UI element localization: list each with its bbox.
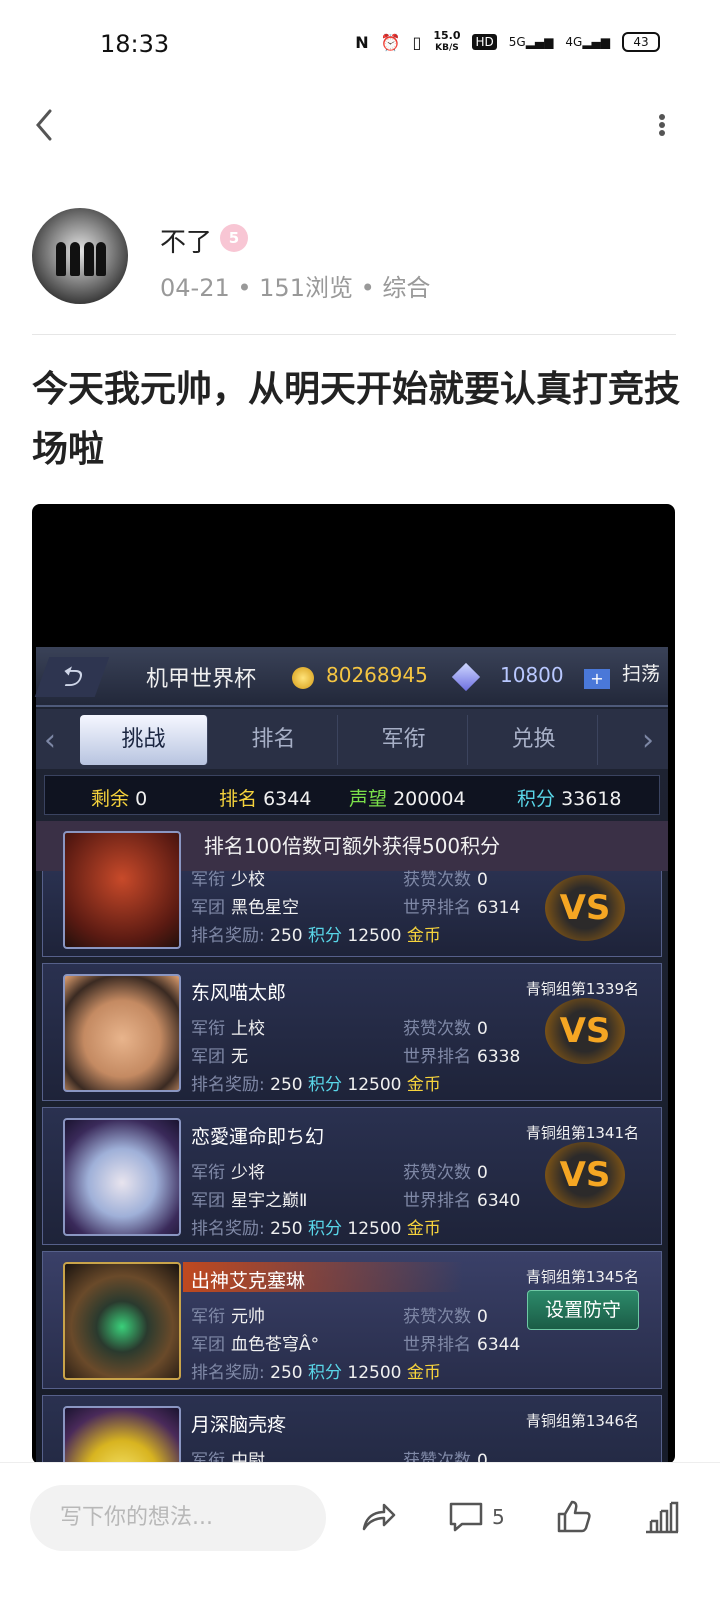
game-screen: ⮌ 机甲世界杯 80268945 10800 + 扫荡 ‹ 挑战 排名 军衔 兑… xyxy=(34,647,668,1464)
player-card: 东风喵太郎 青铜组第1339名 军衔 上校 获赞次数 0 军团无 世界排名 6338 … xyxy=(42,963,662,1101)
nfc-icon: N xyxy=(355,32,369,52)
battery-icon: 43 xyxy=(622,32,660,52)
player-legion: 军团无 xyxy=(191,1047,248,1067)
hd-icon: HD xyxy=(472,34,497,50)
divider xyxy=(32,334,676,335)
sweep-label: 扫荡 xyxy=(622,663,661,685)
tab-right-arrow-icon: › xyxy=(642,723,654,758)
comment-button[interactable] xyxy=(446,1497,486,1537)
chevron-left-icon xyxy=(36,109,52,141)
player-card: 军衔 少校 获赞次数 0 军团 黑色星空 世界排名 6314 排名奖励: 250 积分 … xyxy=(42,831,662,957)
player-group: 青铜组第1341名 xyxy=(525,1124,639,1142)
network-speed: 15.0 KB/S xyxy=(433,29,461,53)
player-card: 月深脑壳疼 青铜组第1346名 军衔 中尉 获赞次数 0 xyxy=(42,1395,662,1464)
game-back-icon: ⮌ xyxy=(34,657,110,697)
tab-challenge: 挑战 xyxy=(80,715,208,765)
comment-icon xyxy=(449,1502,483,1532)
alarm-icon: ⏰ xyxy=(380,32,401,52)
player-card-self: 出神艾克塞琳 青铜组第1345名 军衔 元帅 获赞次数 0 军团 血色苍穹Â° 世界排… xyxy=(42,1251,662,1389)
stat-remaining: 剩余 0 xyxy=(91,788,148,810)
tab-military-rank: 军衔 xyxy=(340,715,468,765)
avatar[interactable] xyxy=(32,208,128,304)
gold-coin-icon xyxy=(292,667,314,689)
player-name: 月深脑壳疼 xyxy=(191,1414,287,1436)
player-likes: 获赞次数 0 xyxy=(403,870,488,890)
player-reward: 排名奖励: 250 积分 12500 金币 xyxy=(191,1219,441,1239)
player-avatar xyxy=(63,1406,181,1464)
thumbs-up-icon xyxy=(557,1500,591,1533)
more-options-button[interactable] xyxy=(640,105,670,145)
comment-count: 5 xyxy=(492,1505,505,1529)
player-world-rank: 世界排名 6344 xyxy=(403,1335,521,1355)
post-image[interactable]: ⮌ 机甲世界杯 80268945 10800 + 扫荡 ‹ 挑战 排名 军衔 兑… xyxy=(32,504,675,1464)
comment-input[interactable]: 写下你的想法... xyxy=(30,1485,326,1551)
stat-rank: 排名 6344 xyxy=(219,788,312,810)
signal-5g-icon: 5G▂▄▆ xyxy=(508,35,554,49)
stat-fame: 声望 200004 xyxy=(349,788,466,810)
tab-left-arrow-icon: ‹ xyxy=(44,723,56,758)
player-reward: 排名奖励: 250 积分 12500 金币 xyxy=(191,1075,441,1095)
bottom-action-bar: 写下你的想法... 5 xyxy=(0,1462,720,1600)
vs-button: VS xyxy=(545,998,625,1064)
status-time: 18:33 xyxy=(100,30,170,58)
player-card: 恋愛運命即ち幻 青铜组第1341名 军衔 少将 获赞次数 0 军团 星宇之巅Ⅱ 世界排… xyxy=(42,1107,662,1245)
vs-button: VS xyxy=(545,1142,625,1208)
bar-chart-icon xyxy=(646,1501,679,1534)
player-rank-title: 军衔 少将 xyxy=(191,1163,265,1183)
player-world-rank: 世界排名 6338 xyxy=(403,1047,521,1067)
player-avatar xyxy=(63,1118,181,1236)
post-meta: 04-21 • 151浏览 • 综合 xyxy=(160,274,431,302)
player-name: 恋愛運命即ち幻 xyxy=(191,1126,325,1148)
game-tabs: ‹ 挑战 排名 军衔 兑换 › xyxy=(36,709,668,769)
player-legion: 军团 星宇之巅Ⅱ xyxy=(191,1191,308,1211)
player-legion: 军团 血色苍穹Â° xyxy=(191,1335,320,1355)
add-gem-icon: + xyxy=(584,669,610,689)
player-likes: 获赞次数 0 xyxy=(403,1307,488,1327)
player-avatar xyxy=(63,831,181,949)
share-icon xyxy=(362,1503,396,1531)
level-badge: 5 xyxy=(220,224,248,252)
player-name: 出神艾克塞琳 xyxy=(191,1270,306,1292)
player-world-rank: 世界排名 6340 xyxy=(403,1191,521,1211)
player-likes: 获赞次数 0 xyxy=(403,1019,488,1039)
gold-amount: 80268945 xyxy=(326,663,428,687)
player-rank-title: 军衔 少校 xyxy=(191,870,265,890)
tab-exchange: 兑换 xyxy=(470,715,598,765)
player-avatar xyxy=(63,1262,181,1380)
vibrate-icon: ▯ xyxy=(412,32,422,52)
author-name[interactable]: 不了 xyxy=(160,222,212,259)
post-title: 今天我元帅，从明天开始就要认真打竞技场啦 xyxy=(32,369,681,470)
signal-4g-icon: 4G▂▄▆ xyxy=(565,35,610,49)
stat-points: 积分 33618 xyxy=(517,788,622,810)
game-header: ⮌ 机甲世界杯 80268945 10800 + 扫荡 xyxy=(34,647,668,707)
player-likes: 获赞次数 0 xyxy=(403,1163,488,1183)
player-legion: 军团 黑色星空 xyxy=(191,898,299,918)
vs-button: VS xyxy=(545,875,625,941)
share-button[interactable] xyxy=(358,1497,398,1537)
author-header: 不了 5 04-21 • 151浏览 • 综合 xyxy=(32,208,692,308)
player-rank-title: 军衔 上校 xyxy=(191,1019,265,1039)
player-group: 青铜组第1339名 xyxy=(525,980,639,998)
player-rank-title: 军衔 元帅 xyxy=(191,1307,265,1327)
status-bar: 18:33 N ⏰ ▯ 15.0 KB/S HD 5G▂▄▆ 4G▂▄▆ 43 xyxy=(0,0,720,90)
like-button[interactable] xyxy=(554,1497,594,1537)
player-group: 青铜组第1346名 xyxy=(525,1412,639,1430)
game-title: 机甲世界杯 xyxy=(146,667,257,692)
status-icons: N ⏰ ▯ 15.0 KB/S HD 5G▂▄▆ 4G▂▄▆ 43 xyxy=(355,30,660,54)
player-avatar xyxy=(63,974,181,1092)
stats-button[interactable] xyxy=(642,1497,682,1537)
tab-ranking: 排名 xyxy=(210,715,338,765)
gem-icon xyxy=(451,662,481,692)
player-reward: 排名奖励: 250 积分 12500 金币 xyxy=(191,926,441,946)
set-defense-button: 设置防守 xyxy=(527,1290,639,1330)
back-button[interactable] xyxy=(30,105,60,145)
gem-amount: 10800 xyxy=(500,663,564,687)
player-reward: 排名奖励: 250 积分 12500 金币 xyxy=(191,1363,441,1383)
player-name: 东风喵太郎 xyxy=(191,982,287,1004)
player-group: 青铜组第1345名 xyxy=(525,1268,639,1286)
more-vertical-icon xyxy=(659,114,665,136)
player-world-rank: 世界排名 6314 xyxy=(403,898,521,918)
game-stats: 剩余 0 排名 6344 声望 200004 积分 33618 xyxy=(44,775,660,815)
top-navigation xyxy=(0,95,720,155)
